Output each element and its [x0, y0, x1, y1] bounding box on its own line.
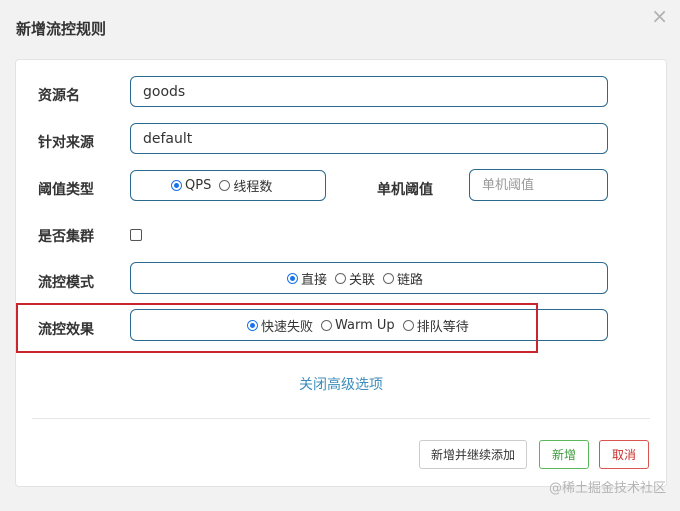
single-threshold-label: 单机阈值 — [377, 182, 433, 198]
add-and-continue-button[interactable]: 新增并继续添加 — [419, 440, 527, 469]
flow-mode-option-relate[interactable]: 关联 — [335, 269, 375, 288]
flow-mode-option-direct[interactable]: 直接 — [287, 269, 327, 288]
toggle-advanced-link[interactable]: 关闭高级选项 — [16, 374, 666, 394]
radio-icon — [219, 180, 231, 191]
cluster-label: 是否集群 — [38, 229, 94, 245]
threshold-type-label: 阈值类型 — [38, 182, 94, 198]
form-panel: 资源名 针对来源 阈值类型 QPS 线程数 单机阈值 — [15, 59, 667, 487]
flow-rule-dialog: 新增流控规则 × 资源名 针对来源 阈值类型 QPS 线程数 — [0, 0, 680, 511]
option-label: QPS — [185, 178, 212, 193]
single-threshold-input[interactable] — [470, 170, 607, 200]
radio-checked-icon — [287, 272, 298, 284]
flow-mode-group: 直接 关联 链路 — [130, 262, 608, 294]
watermark: @稀土掘金技术社区 — [548, 481, 666, 496]
source-input-box — [130, 123, 608, 154]
flow-mode-radios: 直接 关联 链路 — [287, 263, 423, 293]
radio-checked-icon — [171, 180, 182, 191]
single-threshold-input-box — [469, 169, 608, 201]
cancel-button[interactable]: 取消 — [599, 440, 649, 469]
option-label: 直接 — [301, 272, 328, 288]
flow-mode-label: 流控模式 — [38, 275, 94, 291]
threshold-type-group: QPS 线程数 — [130, 170, 326, 201]
source-label: 针对来源 — [38, 135, 94, 151]
option-label: 关联 — [349, 272, 376, 288]
resource-name-input-box — [130, 76, 608, 107]
threshold-type-option-qps[interactable]: QPS — [171, 178, 211, 193]
dialog-title: 新增流控规则 — [16, 20, 107, 38]
resource-name-label: 资源名 — [38, 88, 80, 104]
radio-icon — [335, 272, 347, 284]
resource-name-input[interactable] — [131, 77, 607, 106]
option-label: 链路 — [397, 272, 424, 288]
radio-icon — [383, 272, 395, 284]
highlight-box — [16, 303, 538, 353]
threshold-type-option-thread[interactable]: 线程数 — [219, 176, 272, 195]
close-icon[interactable]: × — [651, 6, 668, 26]
cluster-checkbox[interactable] — [130, 229, 142, 241]
source-input[interactable] — [131, 124, 607, 153]
flow-mode-option-chain[interactable]: 链路 — [383, 269, 423, 288]
divider — [32, 418, 650, 419]
threshold-type-radios: QPS 线程数 — [171, 171, 272, 200]
add-button[interactable]: 新增 — [539, 440, 589, 469]
option-label: 线程数 — [233, 180, 273, 195]
